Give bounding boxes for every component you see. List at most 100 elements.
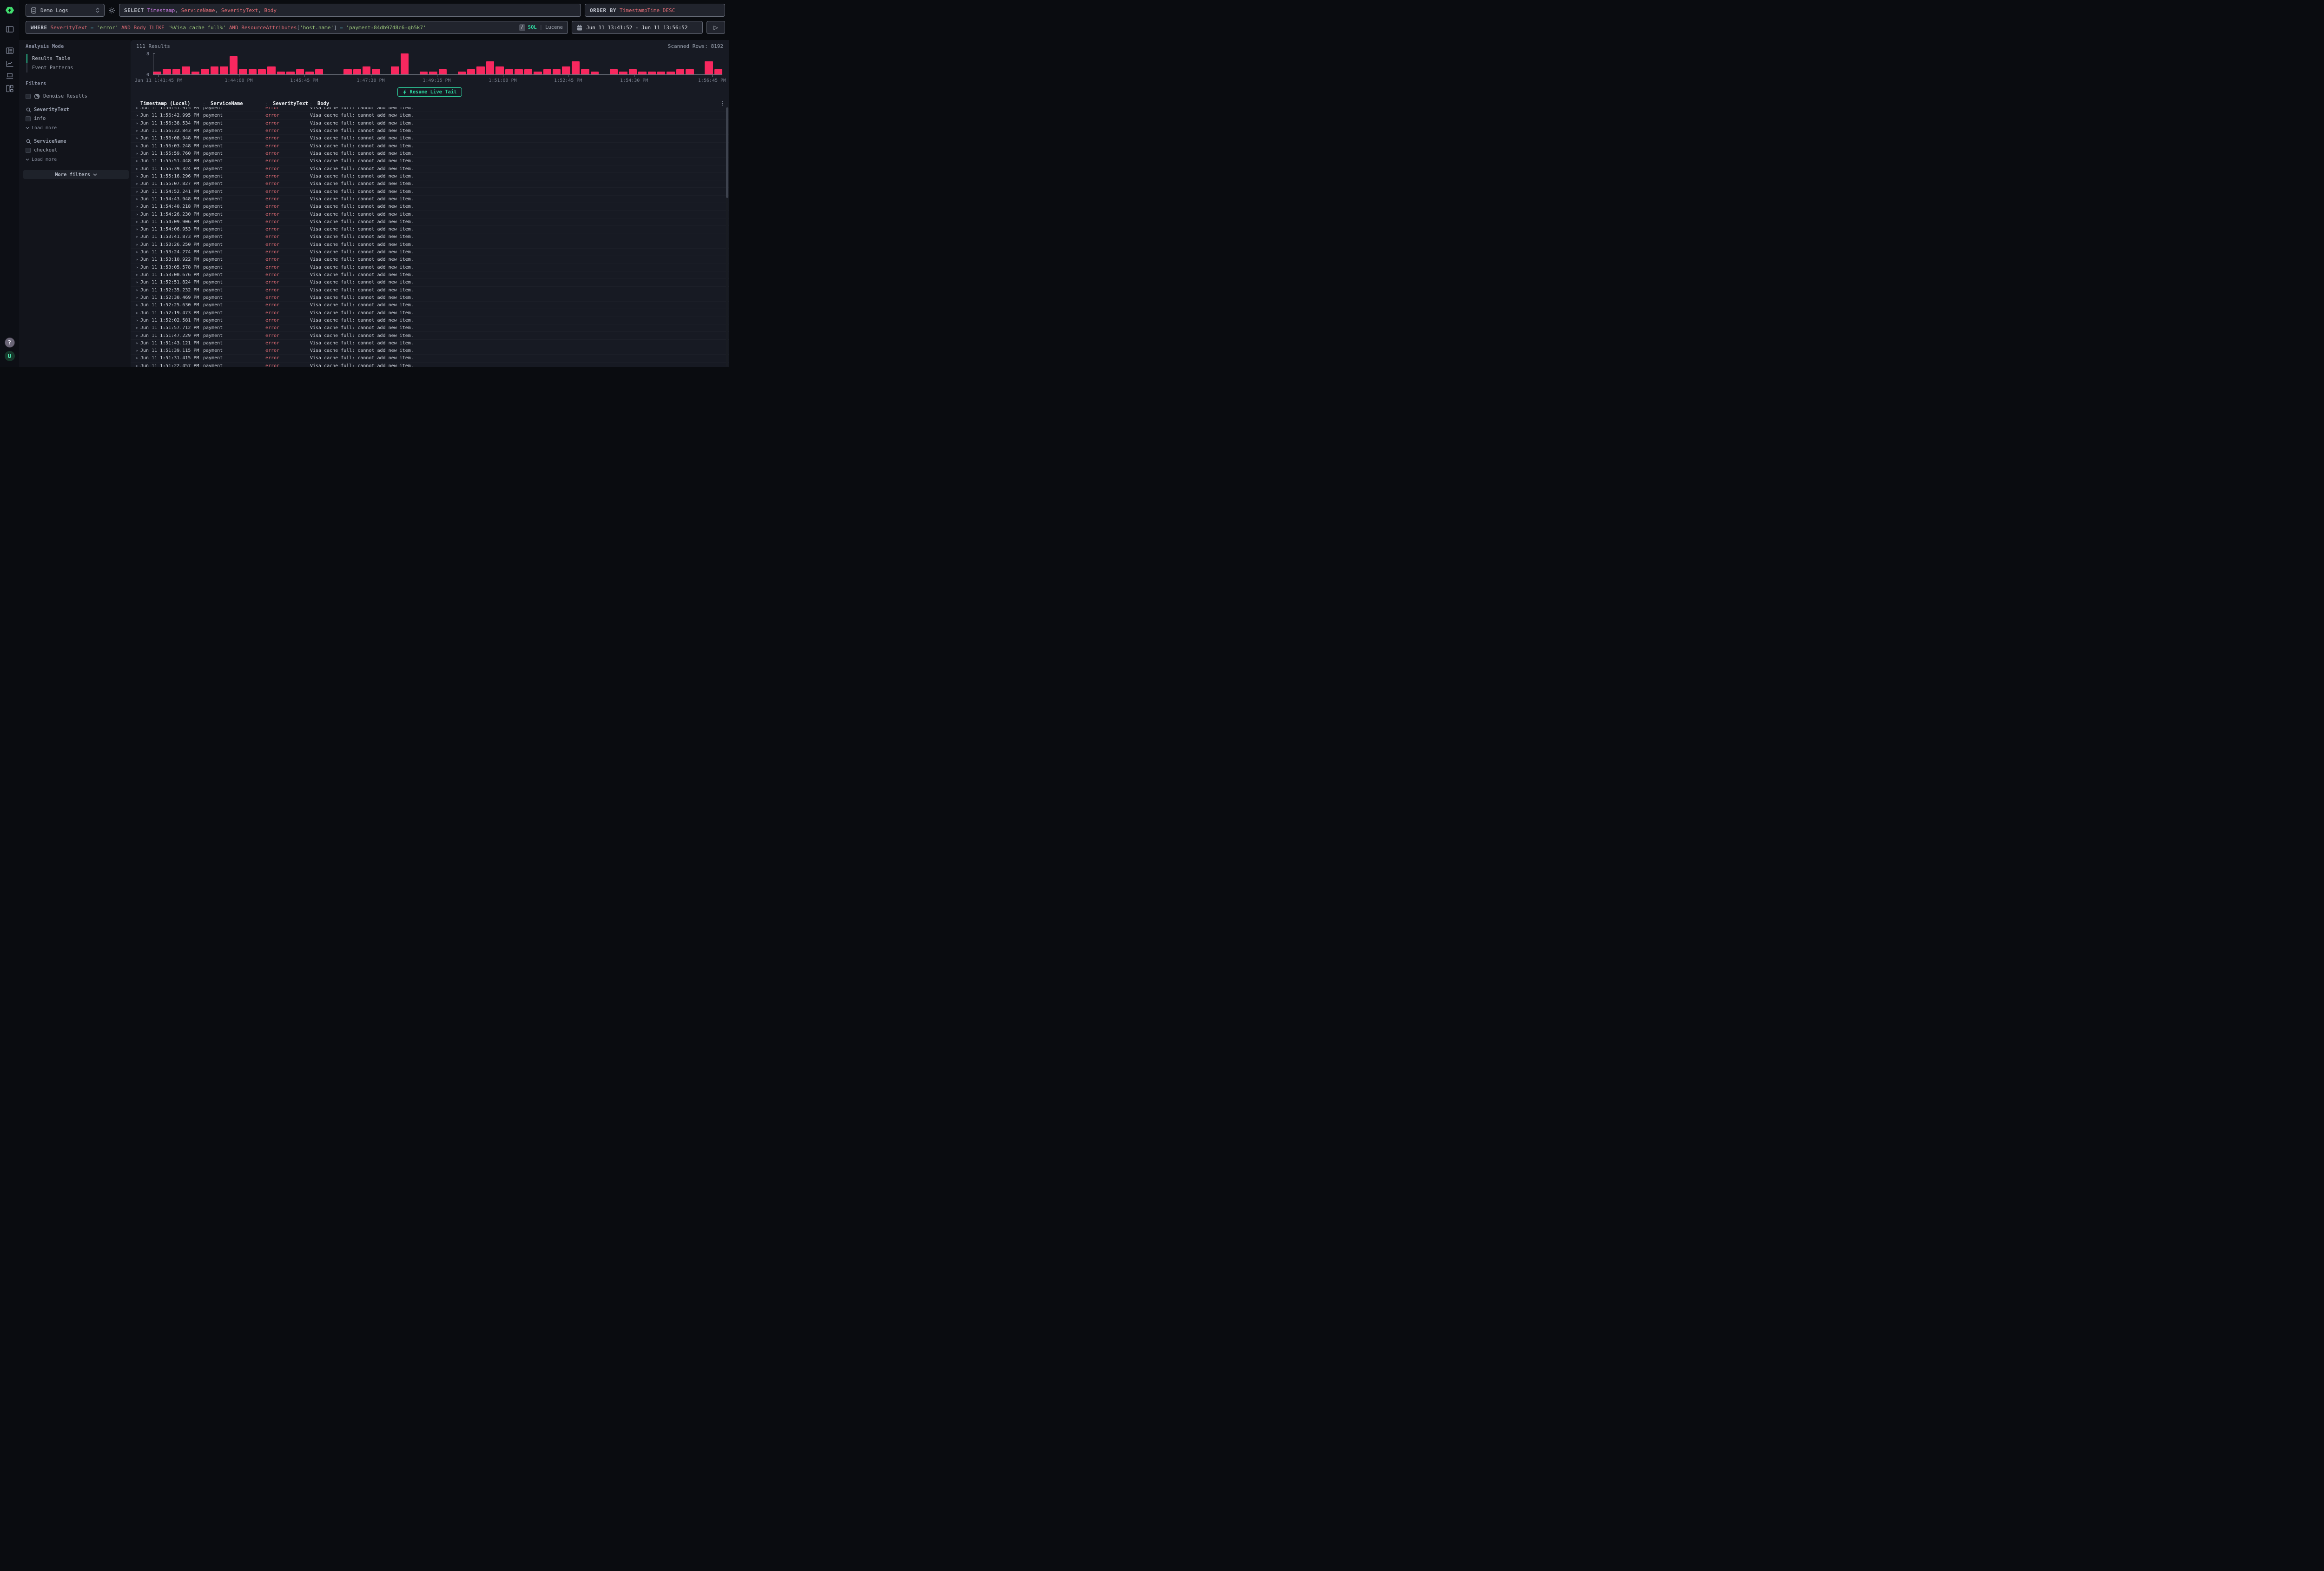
expand-row-chevron-icon[interactable]: >: [133, 288, 140, 292]
histogram-bar[interactable]: [439, 69, 447, 74]
facet-name-label[interactable]: SeverityText: [34, 107, 69, 112]
expand-row-chevron-icon[interactable]: >: [133, 364, 140, 367]
scrollbar-thumb[interactable]: [726, 107, 728, 198]
histogram-bar[interactable]: [581, 69, 589, 74]
log-search-icon[interactable]: [6, 47, 14, 54]
table-row[interactable]: >Jun 11 1:55:39.324 PMpaymenterrorVisa c…: [131, 165, 729, 173]
table-row[interactable]: >Jun 11 1:55:59.760 PMpaymenterrorVisa c…: [131, 150, 729, 158]
source-select[interactable]: Demo Logs: [26, 4, 105, 17]
help-button[interactable]: ?: [5, 337, 15, 348]
table-row[interactable]: >Jun 11 1:53:00.676 PMpaymenterrorVisa c…: [131, 271, 729, 279]
histogram-bar[interactable]: [220, 66, 228, 74]
histogram-bar[interactable]: [486, 61, 494, 74]
expand-row-chevron-icon[interactable]: >: [133, 257, 140, 262]
table-row[interactable]: >Jun 11 1:54:26.230 PMpaymenterrorVisa c…: [131, 211, 729, 218]
histogram-bar[interactable]: [401, 53, 409, 74]
table-row[interactable]: >Jun 11 1:51:31.415 PMpaymenterrorVisa c…: [131, 355, 729, 362]
histogram-bar[interactable]: [343, 69, 351, 74]
table-row[interactable]: >Jun 11 1:54:43.948 PMpaymenterrorVisa c…: [131, 196, 729, 203]
histogram-bar[interactable]: [705, 61, 713, 74]
expand-row-chevron-icon[interactable]: >: [133, 205, 140, 209]
table-row[interactable]: >Jun 11 1:51:39.115 PMpaymenterrorVisa c…: [131, 347, 729, 355]
histogram-bar[interactable]: [353, 69, 361, 74]
expand-row-chevron-icon[interactable]: >: [133, 121, 140, 125]
expand-row-chevron-icon[interactable]: >: [133, 243, 140, 247]
table-row[interactable]: >Jun 11 1:53:05.578 PMpaymenterrorVisa c…: [131, 264, 729, 271]
expand-row-chevron-icon[interactable]: >: [133, 318, 140, 323]
expand-row-chevron-icon[interactable]: >: [133, 250, 140, 254]
filter-option-checkout[interactable]: checkout: [26, 146, 131, 154]
column-resize-handle-icon[interactable]: ⋮: [310, 101, 313, 106]
histogram-bar[interactable]: [211, 66, 218, 74]
order-by-input[interactable]: ORDER BY TimestampTime DESC: [585, 4, 725, 17]
table-row[interactable]: >Jun 11 1:53:41.873 PMpaymenterrorVisa c…: [131, 233, 729, 241]
table-row[interactable]: >Jun 11 1:51:43.121 PMpaymenterrorVisa c…: [131, 340, 729, 347]
histogram-bar[interactable]: [686, 69, 693, 74]
expand-row-chevron-icon[interactable]: >: [133, 159, 140, 163]
lucene-mode-option[interactable]: Lucene: [545, 25, 563, 30]
analysis-mode-event-patterns[interactable]: Event Patterns: [26, 63, 131, 73]
sql-mode-option[interactable]: SQL: [528, 25, 537, 30]
expand-row-chevron-icon[interactable]: >: [133, 273, 140, 277]
table-row[interactable]: >Jun 11 1:54:40.218 PMpaymenterrorVisa c…: [131, 203, 729, 211]
histogram-bar[interactable]: [505, 69, 513, 74]
denoise-checkbox[interactable]: [26, 94, 31, 99]
expand-row-chevron-icon[interactable]: >: [133, 144, 140, 148]
select-input[interactable]: SELECT Timestamp, ServiceName, SeverityT…: [119, 4, 581, 17]
expand-row-chevron-icon[interactable]: >: [133, 265, 140, 270]
table-row[interactable]: >Jun 11 1:54:06.953 PMpaymenterrorVisa c…: [131, 226, 729, 233]
expand-row-chevron-icon[interactable]: >: [133, 227, 140, 231]
table-row[interactable]: >Jun 11 1:56:51.975 PMpaymenterrorVisa c…: [131, 107, 729, 112]
table-row[interactable]: >Jun 11 1:56:42.995 PMpaymenterrorVisa c…: [131, 112, 729, 119]
histogram-bar[interactable]: [553, 69, 561, 74]
where-input[interactable]: WHERE SeverityText = 'error' AND Body IL…: [26, 21, 568, 34]
histogram-bar[interactable]: [524, 69, 532, 74]
histogram-bar[interactable]: [201, 69, 209, 74]
table-row[interactable]: >Jun 11 1:56:08.948 PMpaymenterrorVisa c…: [131, 135, 729, 142]
histogram-bar[interactable]: [676, 69, 684, 74]
table-row[interactable]: >Jun 11 1:52:51.824 PMpaymenterrorVisa c…: [131, 279, 729, 286]
histogram-bar[interactable]: [258, 69, 266, 74]
expand-row-chevron-icon[interactable]: >: [133, 235, 140, 239]
table-row[interactable]: >Jun 11 1:56:32.843 PMpaymenterrorVisa c…: [131, 127, 729, 135]
expand-row-chevron-icon[interactable]: >: [133, 303, 140, 307]
histogram-bar[interactable]: [572, 61, 580, 74]
expand-row-chevron-icon[interactable]: >: [133, 136, 140, 140]
table-row[interactable]: >Jun 11 1:51:57.712 PMpaymenterrorVisa c…: [131, 324, 729, 332]
more-filters-button[interactable]: More filters: [23, 170, 129, 179]
expand-row-chevron-icon[interactable]: >: [133, 334, 140, 338]
histogram-bar[interactable]: [315, 69, 323, 74]
facet-name-label[interactable]: ServiceName: [34, 139, 66, 144]
info-checkbox[interactable]: [26, 116, 31, 121]
expand-row-chevron-icon[interactable]: >: [133, 296, 140, 300]
table-options-kebab-icon[interactable]: ⋮: [720, 100, 725, 106]
histogram-bar[interactable]: [230, 56, 238, 74]
col-header-body[interactable]: ⋮ Body: [310, 101, 729, 106]
run-query-button[interactable]: ▷: [706, 21, 725, 34]
table-row[interactable]: >Jun 11 1:52:25.630 PMpaymenterrorVisa c…: [131, 302, 729, 309]
table-row[interactable]: >Jun 11 1:55:16.296 PMpaymenterrorVisa c…: [131, 173, 729, 180]
col-header-timestamp[interactable]: Timestamp (Local): [140, 101, 203, 106]
histogram-bar[interactable]: [543, 69, 551, 74]
table-row[interactable]: >Jun 11 1:56:03.248 PMpaymenterrorVisa c…: [131, 143, 729, 150]
histogram-bar[interactable]: [163, 69, 171, 74]
checkout-checkbox[interactable]: [26, 148, 31, 153]
language-toggle[interactable]: / SQL | Lucene: [519, 24, 563, 31]
time-range-picker[interactable]: Jun 11 13:41:52 - Jun 11 13:56:52: [572, 21, 703, 34]
chart-line-icon[interactable]: [6, 60, 14, 67]
expand-row-chevron-icon[interactable]: >: [133, 182, 140, 186]
table-row[interactable]: >Jun 11 1:51:47.229 PMpaymenterrorVisa c…: [131, 332, 729, 339]
expand-row-chevron-icon[interactable]: >: [133, 212, 140, 217]
table-row[interactable]: >Jun 11 1:54:52.241 PMpaymenterrorVisa c…: [131, 188, 729, 195]
table-row[interactable]: >Jun 11 1:53:24.274 PMpaymenterrorVisa c…: [131, 249, 729, 256]
histogram-bar[interactable]: [372, 69, 380, 74]
histogram-bar[interactable]: [629, 69, 637, 74]
table-row[interactable]: >Jun 11 1:55:07.827 PMpaymenterrorVisa c…: [131, 180, 729, 188]
histogram-bar[interactable]: [267, 66, 275, 74]
expand-row-chevron-icon[interactable]: >: [133, 107, 140, 110]
expand-row-chevron-icon[interactable]: >: [133, 167, 140, 171]
histogram-bar[interactable]: [467, 69, 475, 74]
col-header-servicename[interactable]: ⋮ ServiceName: [203, 101, 265, 106]
panel-toggle-icon[interactable]: [6, 26, 14, 33]
expand-row-chevron-icon[interactable]: >: [133, 190, 140, 194]
